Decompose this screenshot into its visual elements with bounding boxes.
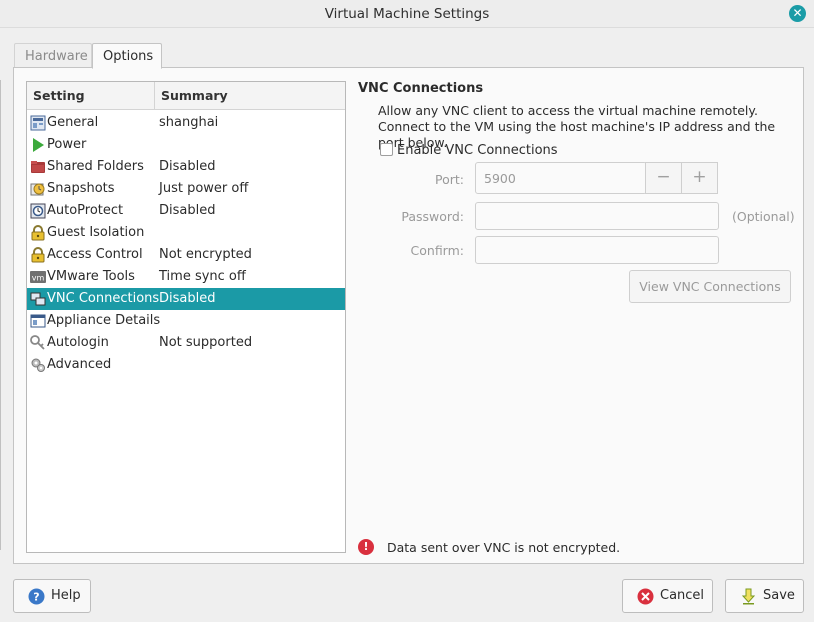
confirm-password-field[interactable] — [475, 236, 719, 264]
list-item-vmware-tools[interactable]: vm VMware Tools Time sync off — [27, 266, 345, 288]
list-item-summary: Not supported — [159, 335, 253, 350]
snapshots-icon — [30, 183, 45, 196]
section-title: VNC Connections — [358, 81, 484, 96]
svg-text:vm: vm — [32, 274, 45, 283]
list-item-label: Autologin — [47, 335, 109, 350]
port-input[interactable]: 5900 — [475, 162, 647, 194]
password-label: Password: — [401, 209, 464, 224]
lock-icon — [31, 247, 45, 263]
list-item-summary: Disabled — [159, 291, 216, 306]
tab-options[interactable]: Options — [92, 43, 162, 69]
cancel-label: Cancel — [660, 588, 705, 603]
help-label: Help — [51, 588, 81, 603]
list-item-label: Advanced — [47, 357, 112, 372]
list-item-label: Power — [47, 137, 87, 152]
port-decrement-button[interactable]: − — [645, 162, 682, 194]
save-button[interactable]: Save — [725, 579, 804, 613]
enable-vnc-label: Enable VNC Connections — [397, 143, 558, 158]
view-vnc-connections-button[interactable]: View VNC Connections — [629, 270, 791, 303]
list-item-label: Access Control — [47, 247, 143, 262]
tab-hardware[interactable]: Hardware — [14, 43, 92, 69]
confirm-label: Confirm: — [410, 243, 464, 258]
error-icon: ! — [358, 539, 374, 555]
list-item-autologin[interactable]: Autologin Not supported — [27, 332, 345, 354]
cancel-button[interactable]: Cancel — [622, 579, 713, 613]
list-item-label: General — [47, 115, 99, 130]
list-item-summary: Time sync off — [159, 269, 246, 284]
window-title: Virtual Machine Settings — [324, 6, 490, 22]
save-label: Save — [763, 588, 795, 603]
warning-text: Data sent over VNC is not encrypted. — [387, 540, 621, 555]
column-divider[interactable] — [154, 82, 155, 110]
autoprotect-icon — [30, 203, 46, 219]
cancel-icon — [637, 588, 654, 605]
gears-icon — [31, 358, 45, 372]
shared-folders-icon — [31, 161, 45, 173]
options-panel: Setting Summary General shanghai Power S… — [13, 67, 804, 564]
power-icon — [33, 138, 44, 152]
settings-list: Setting Summary General shanghai Power S… — [26, 81, 346, 553]
list-item-label: Guest Isolation — [47, 225, 145, 240]
plus-icon: + — [692, 167, 707, 187]
list-item-power[interactable]: Power — [27, 134, 345, 156]
port-label: Port: — [435, 172, 464, 187]
list-item-vnc-connections[interactable]: VNC Connections Disabled — [27, 288, 345, 310]
enable-vnc-checkbox[interactable] — [380, 143, 393, 156]
list-item-label: VMware Tools — [47, 269, 135, 284]
svg-text:?: ? — [33, 591, 39, 604]
general-icon — [30, 115, 46, 131]
list-item-access-control[interactable]: Access Control Not encrypted — [27, 244, 345, 266]
list-item-autoprotect[interactable]: AutoProtect Disabled — [27, 200, 345, 222]
title-bar: Virtual Machine Settings ✕ — [0, 0, 814, 28]
list-header: Setting Summary — [27, 82, 345, 110]
lock-icon — [31, 225, 45, 241]
list-item-label: Appliance Details — [47, 313, 161, 328]
enable-vnc-checkbox-row[interactable]: Enable VNC Connections — [380, 143, 558, 158]
close-button[interactable]: ✕ — [789, 5, 806, 22]
list-item-shared-folders[interactable]: Shared Folders Disabled — [27, 156, 345, 178]
vnc-icon — [30, 292, 46, 306]
close-icon: ✕ — [792, 6, 803, 20]
vmware-tools-icon: vm — [30, 271, 46, 283]
window-left-edge — [0, 80, 1, 550]
list-item-label: VNC Connections — [47, 291, 160, 306]
column-header-setting[interactable]: Setting — [33, 88, 85, 103]
list-item-appliance-details[interactable]: Appliance Details — [27, 310, 345, 332]
column-header-summary[interactable]: Summary — [161, 88, 228, 103]
minus-icon: − — [656, 167, 671, 187]
port-increment-button[interactable]: + — [681, 162, 718, 194]
list-item-summary: Disabled — [159, 159, 216, 174]
list-item-label: Snapshots — [47, 181, 115, 196]
list-item-snapshots[interactable]: Snapshots Just power off — [27, 178, 345, 200]
list-item-advanced[interactable]: Advanced — [27, 354, 345, 376]
download-arrow-icon — [741, 588, 756, 605]
list-item-summary: Just power off — [159, 181, 249, 196]
list-item-summary: Not encrypted — [159, 247, 252, 262]
list-item-general[interactable]: General shanghai — [27, 112, 345, 134]
help-button[interactable]: ? Help — [13, 579, 91, 613]
list-item-guest-isolation[interactable]: Guest Isolation — [27, 222, 345, 244]
password-field[interactable] — [475, 202, 719, 230]
list-item-summary: Disabled — [159, 203, 216, 218]
list-item-summary: shanghai — [159, 115, 219, 130]
list-item-label: AutoProtect — [47, 203, 124, 218]
key-icon — [30, 335, 45, 350]
list-item-label: Shared Folders — [47, 159, 144, 174]
appliance-icon — [30, 314, 46, 328]
optional-label: (Optional) — [732, 209, 795, 224]
help-icon: ? — [28, 588, 45, 605]
